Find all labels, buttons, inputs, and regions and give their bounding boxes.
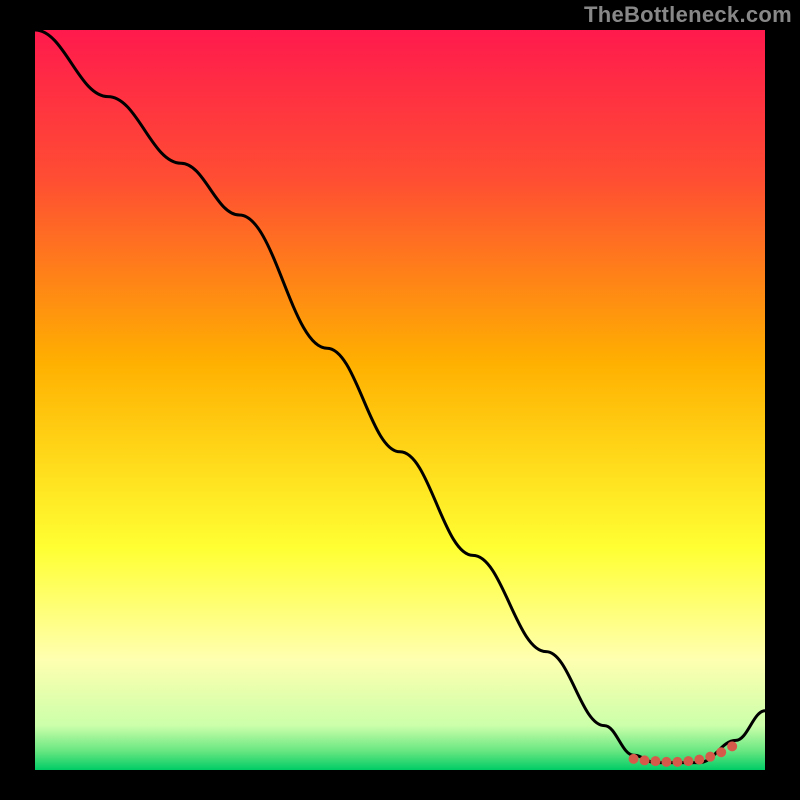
chart-container: TheBottleneck.com [0,0,800,800]
chart-svg [35,30,765,770]
attribution-text: TheBottleneck.com [584,2,792,28]
marker-point [683,756,693,766]
marker-point [716,747,726,757]
marker-point [694,755,704,765]
plot-area [35,30,765,770]
marker-point [651,756,661,766]
marker-point [629,754,639,764]
marker-point [672,757,682,767]
gradient-background [35,30,765,770]
marker-point [705,752,715,762]
marker-point [661,757,671,767]
marker-point [727,741,737,751]
marker-point [640,755,650,765]
